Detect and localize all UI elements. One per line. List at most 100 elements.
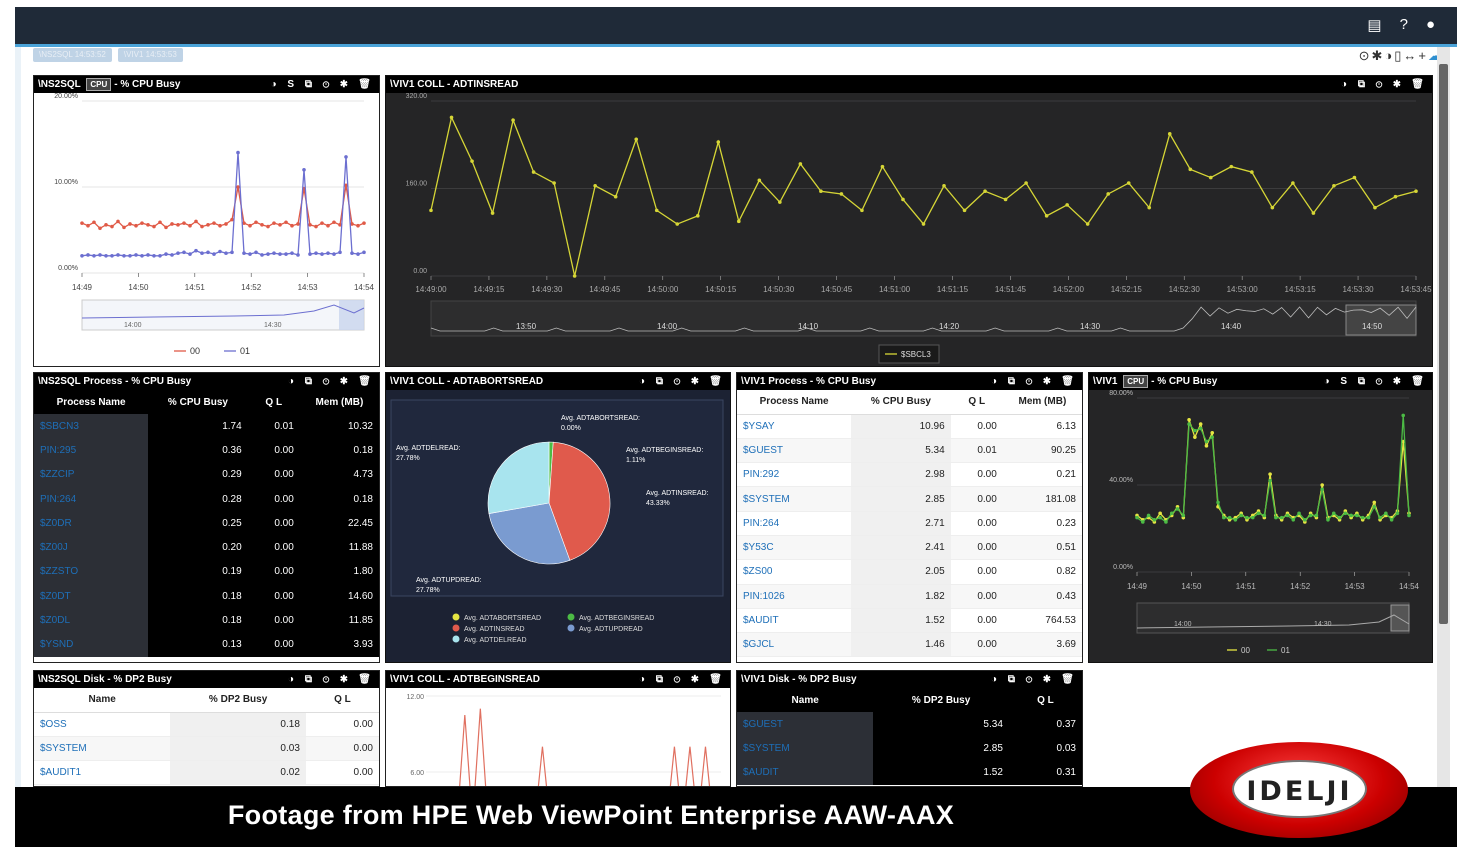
table-row[interactable]: $AUDIT1 0.02 0.00 bbox=[34, 760, 379, 786]
legend-label: Avg. ADTINSREAD bbox=[464, 626, 525, 633]
table-row[interactable]: $SYSTEM 0.03 0.00 bbox=[34, 736, 379, 762]
asterisk-icon[interactable]: ✱ bbox=[1371, 48, 1384, 63]
cell-name[interactable]: PIN:264 bbox=[737, 511, 852, 536]
column-header[interactable]: % DP2 Busy bbox=[170, 688, 306, 713]
scrollbar-thumb[interactable] bbox=[1439, 64, 1448, 624]
cell-name[interactable]: $ZS00 bbox=[737, 559, 852, 585]
panel-icons[interactable]: ◑ ⧉ ⊙ ✱ 🗑 bbox=[639, 671, 726, 688]
cell-name[interactable]: PIN:264 bbox=[34, 486, 149, 512]
cell-name[interactable]: $ZZCIP bbox=[34, 462, 149, 487]
cell-name[interactable]: $AUDIT1 bbox=[34, 760, 171, 786]
data-point bbox=[86, 253, 90, 257]
cell-name[interactable]: $YSND bbox=[34, 632, 149, 657]
contrast-icon[interactable]: ◑ bbox=[1384, 48, 1394, 63]
cell-name[interactable]: $SYSTEM bbox=[737, 736, 874, 761]
panel-icons[interactable]: ◑ ⧉ ⊙ ✱ 🗑 bbox=[991, 373, 1078, 390]
panel-icons[interactable]: ◑ ⧉ ⊙ ✱ 🗑 bbox=[288, 671, 375, 688]
cell-name[interactable]: PIN:1026 bbox=[737, 584, 852, 609]
table-row[interactable]: $OSS 0.18 0.00 bbox=[34, 712, 379, 737]
cell-name[interactable]: $SBCN3 bbox=[34, 414, 149, 439]
panel-viv1-disk: \VIV1 Disk - % DP2 Busy ◑ ⧉ ⊙ ✱ 🗑 Name% D… bbox=[736, 670, 1083, 787]
cell-name[interactable]: $GUEST bbox=[737, 438, 852, 464]
table-row[interactable]: $ZZSTO 0.19 0.00 1.80 bbox=[34, 559, 379, 585]
cell-name[interactable]: PIN:292 bbox=[737, 462, 852, 488]
cell-name[interactable]: $GJCL bbox=[737, 632, 852, 658]
column-header[interactable]: % CPU Busy bbox=[851, 390, 951, 415]
cell-name[interactable]: $ZZSTO bbox=[34, 559, 149, 585]
column-header[interactable]: Q L bbox=[1008, 688, 1082, 712]
table-row[interactable]: $SYSTEM 2.85 0.00 181.08 bbox=[737, 486, 1082, 512]
table-row[interactable]: $Z00J 0.20 0.00 11.88 bbox=[34, 535, 379, 560]
cell-name[interactable]: $Z0DR bbox=[34, 511, 149, 536]
column-header[interactable]: Q L bbox=[305, 688, 379, 713]
data-point bbox=[1343, 511, 1348, 516]
cell-name[interactable]: $Z00J bbox=[34, 535, 149, 560]
column-header[interactable]: % CPU Busy bbox=[148, 390, 248, 414]
help-icon[interactable]: ? bbox=[1400, 16, 1408, 34]
table-row[interactable]: PIN:264 0.28 0.00 0.18 bbox=[34, 486, 379, 512]
user-icon[interactable]: ● bbox=[1426, 16, 1435, 34]
column-header[interactable]: Name bbox=[34, 688, 171, 713]
table-row[interactable]: $SYSTEM 2.85 0.03 bbox=[737, 736, 1082, 761]
cell-name[interactable]: $OSS bbox=[34, 712, 171, 737]
table-row[interactable]: $YSAY 10.96 0.00 6.13 bbox=[737, 414, 1082, 439]
panel-icons[interactable]: ◑ ⧉ ⊙ ✱ 🗑 bbox=[639, 373, 726, 390]
table-row[interactable]: PIN:1026 1.82 0.00 0.43 bbox=[737, 584, 1082, 609]
table-row[interactable]: $Y53C 2.41 0.00 0.51 bbox=[737, 535, 1082, 561]
legend-label: 01 bbox=[1281, 646, 1290, 655]
panel-icons[interactable]: ◑ S ⧉ ⊙ ✱ 🗑 bbox=[271, 76, 375, 93]
table-row[interactable]: $Z0DT 0.18 0.00 14.60 bbox=[34, 584, 379, 609]
column-header[interactable]: Process Name bbox=[34, 390, 149, 414]
cell-name[interactable]: $Y53C bbox=[737, 535, 852, 561]
cell-name[interactable]: $GUEST bbox=[737, 712, 874, 737]
clock-icon[interactable]: ⊙ bbox=[1359, 48, 1372, 63]
data-point bbox=[1210, 431, 1215, 435]
cell-name[interactable]: $AUDIT bbox=[737, 760, 874, 785]
table-row[interactable]: $Z0DL 0.18 0.00 11.85 bbox=[34, 608, 379, 633]
table-row[interactable]: PIN:295 0.36 0.00 0.18 bbox=[34, 438, 379, 463]
column-header[interactable]: Q L bbox=[950, 390, 1003, 415]
column-header[interactable]: Mem (MB) bbox=[1002, 390, 1082, 415]
table-row[interactable]: $ZS00 2.05 0.00 0.82 bbox=[737, 559, 1082, 585]
column-header[interactable]: Process Name bbox=[737, 390, 852, 415]
tab-ns2sql[interactable]: \NS2SQL 14:53:52 bbox=[33, 48, 112, 62]
panel-icons[interactable]: ◑ ⧉ ⊙ ✱ 🗑 bbox=[1341, 76, 1428, 93]
cell-name[interactable]: $YSAY bbox=[737, 414, 852, 439]
cell-name[interactable]: $Z0DL bbox=[34, 608, 149, 633]
table-row[interactable]: $GUEST 5.34 0.37 bbox=[737, 712, 1082, 737]
column-header[interactable]: Name bbox=[737, 688, 874, 712]
table-row[interactable]: $YSND 0.13 0.00 3.93 bbox=[34, 632, 379, 657]
column-header[interactable]: % DP2 Busy bbox=[873, 688, 1009, 712]
table-row[interactable]: PIN:292 2.98 0.00 0.21 bbox=[737, 462, 1082, 488]
panel-icons[interactable]: ◑ S ⧉ ⊙ ✱ 🗑 bbox=[1324, 373, 1428, 390]
cell-value: 1.52 bbox=[873, 760, 1009, 785]
table-row[interactable]: $AUDIT 1.52 0.00 764.53 bbox=[737, 608, 1082, 634]
table-row[interactable]: $ZZCIP 0.29 0.00 4.73 bbox=[34, 462, 379, 487]
table-row[interactable]: $AUDIT 1.52 0.31 bbox=[737, 760, 1082, 785]
monitor-icon[interactable]: ▤ bbox=[1367, 16, 1381, 34]
add-icon[interactable]: + bbox=[1418, 48, 1428, 63]
x-tick-label: 14:53:00 bbox=[1227, 285, 1259, 294]
column-header[interactable]: Q L bbox=[247, 390, 300, 414]
panel-icons[interactable]: ◑ ⧉ ⊙ ✱ 🗑 bbox=[991, 671, 1078, 688]
table-row[interactable]: $GJCL 1.46 0.00 3.69 bbox=[737, 632, 1082, 658]
table-row[interactable]: $SBCN3 1.74 0.01 10.32 bbox=[34, 414, 379, 439]
cell-name[interactable]: $SYSTEM bbox=[34, 736, 171, 762]
table-row[interactable]: PIN:264 2.71 0.00 0.23 bbox=[737, 511, 1082, 536]
data-point bbox=[1360, 515, 1365, 520]
series-line bbox=[459, 708, 711, 786]
cell-name[interactable]: $SYSTEM bbox=[737, 486, 852, 512]
tab-viv1[interactable]: \VIV1 14:53:53 bbox=[117, 48, 183, 62]
cell-name[interactable]: PIN:295 bbox=[34, 438, 149, 463]
table-row[interactable]: $Z0DR 0.25 0.00 22.45 bbox=[34, 511, 379, 536]
panel-icons[interactable]: ◑ ⧉ ⊙ ✱ 🗑 bbox=[288, 373, 375, 390]
legend-swatch bbox=[567, 613, 575, 621]
cell-name[interactable]: $AUDIT bbox=[737, 608, 852, 634]
resize-icon[interactable]: ↔ bbox=[1403, 48, 1418, 63]
cell-name[interactable]: $Z0DT bbox=[34, 584, 149, 609]
y-tick-label: 20.00% bbox=[54, 93, 78, 100]
column-header[interactable]: Mem (MB) bbox=[299, 390, 379, 414]
adtinsread-chart: 0.00 160.00 320.00 14:49:00 14:49:15 14:49:30… bbox=[406, 93, 1432, 364]
table-row[interactable]: $GUEST 5.34 0.01 90.25 bbox=[737, 438, 1082, 464]
x-tick-label: 14:49 bbox=[1127, 582, 1148, 591]
